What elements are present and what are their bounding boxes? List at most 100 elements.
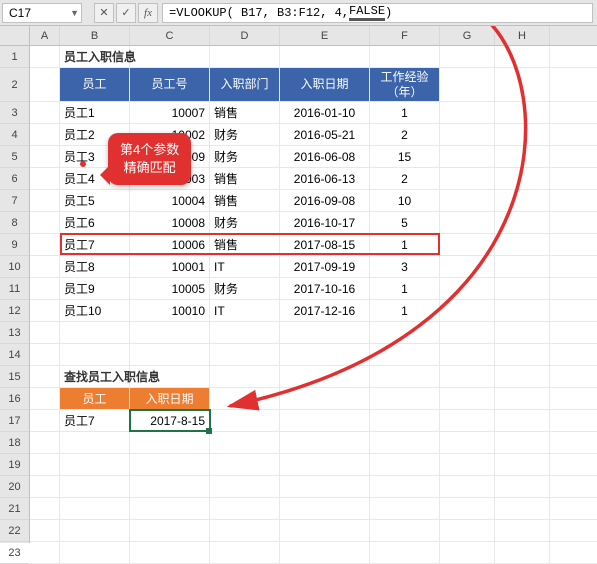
cell[interactable] <box>280 366 370 387</box>
table-header[interactable]: 员工 <box>60 68 130 101</box>
col-header[interactable]: E <box>280 26 370 45</box>
cell[interactable] <box>30 300 60 321</box>
col-header[interactable]: G <box>440 26 495 45</box>
col-header[interactable]: D <box>210 26 280 45</box>
cell[interactable] <box>280 498 370 519</box>
cell[interactable] <box>370 322 440 343</box>
cell[interactable]: 财务 <box>210 146 280 167</box>
cell[interactable] <box>495 146 550 167</box>
cell[interactable]: IT <box>210 300 280 321</box>
cell[interactable] <box>130 366 210 387</box>
cell[interactable]: 2016-10-17 <box>280 212 370 233</box>
cell[interactable]: 2017-12-16 <box>280 300 370 321</box>
chevron-down-icon[interactable]: ▼ <box>70 8 79 18</box>
cell[interactable] <box>495 300 550 321</box>
row-header[interactable]: 10 <box>0 256 29 278</box>
cell[interactable] <box>440 322 495 343</box>
cell[interactable] <box>440 476 495 497</box>
cell[interactable] <box>210 322 280 343</box>
cell[interactable] <box>60 454 130 475</box>
cell[interactable] <box>60 542 130 563</box>
cell[interactable] <box>440 388 495 409</box>
cell[interactable] <box>440 190 495 211</box>
row-header[interactable]: 17 <box>0 410 29 432</box>
insert-function-button[interactable]: fx <box>138 3 158 23</box>
cell[interactable] <box>370 476 440 497</box>
cell[interactable]: 销售 <box>210 234 280 255</box>
cell[interactable] <box>30 322 60 343</box>
cell[interactable] <box>280 520 370 541</box>
cell[interactable] <box>30 454 60 475</box>
cell[interactable] <box>440 366 495 387</box>
cell[interactable] <box>280 432 370 453</box>
cell[interactable]: 1 <box>370 102 440 123</box>
cell[interactable] <box>30 102 60 123</box>
cell[interactable] <box>495 454 550 475</box>
cancel-formula-button[interactable]: ✕ <box>94 3 114 23</box>
cell[interactable] <box>30 432 60 453</box>
cell[interactable]: 员工5 <box>60 190 130 211</box>
formula-input[interactable]: =VLOOKUP( B17, B3:F12, 4, FALSE) <box>162 3 593 23</box>
cell[interactable]: 2016-01-10 <box>280 102 370 123</box>
cell[interactable] <box>280 46 370 67</box>
cell[interactable] <box>210 344 280 365</box>
cell[interactable]: 销售 <box>210 168 280 189</box>
cell[interactable] <box>130 520 210 541</box>
cell[interactable] <box>440 168 495 189</box>
cell[interactable] <box>440 542 495 563</box>
row-header[interactable]: 16 <box>0 388 29 410</box>
cell[interactable] <box>210 498 280 519</box>
col-header[interactable]: F <box>370 26 440 45</box>
row-header[interactable]: 9 <box>0 234 29 256</box>
cell[interactable]: 1 <box>370 300 440 321</box>
cell[interactable] <box>30 520 60 541</box>
cell[interactable] <box>130 432 210 453</box>
cell[interactable] <box>30 212 60 233</box>
cell[interactable]: 2016-06-13 <box>280 168 370 189</box>
cell[interactable] <box>30 190 60 211</box>
cell[interactable] <box>130 46 210 67</box>
cell[interactable] <box>130 498 210 519</box>
cell[interactable]: 员工6 <box>60 212 130 233</box>
cell[interactable] <box>30 344 60 365</box>
cell[interactable] <box>30 46 60 67</box>
cell[interactable] <box>440 432 495 453</box>
cell[interactable]: 2016-05-21 <box>280 124 370 145</box>
row-header[interactable]: 6 <box>0 168 29 190</box>
name-box[interactable]: C17 ▼ <box>2 3 82 23</box>
cell[interactable] <box>440 256 495 277</box>
col-header[interactable]: H <box>495 26 550 45</box>
cell[interactable] <box>60 432 130 453</box>
cell[interactable]: 销售 <box>210 102 280 123</box>
cell[interactable] <box>370 498 440 519</box>
cell[interactable]: 员工10 <box>60 300 130 321</box>
row-header[interactable]: 5 <box>0 146 29 168</box>
row-header[interactable]: 14 <box>0 344 29 366</box>
cell[interactable] <box>440 520 495 541</box>
section-title[interactable]: 查找员工入职信息 <box>60 366 130 387</box>
cell[interactable] <box>130 322 210 343</box>
cell[interactable] <box>130 476 210 497</box>
cell[interactable] <box>30 168 60 189</box>
cell[interactable] <box>210 410 280 431</box>
cell[interactable]: 2 <box>370 124 440 145</box>
cell[interactable]: 2017-09-19 <box>280 256 370 277</box>
cell[interactable] <box>60 498 130 519</box>
row-header[interactable]: 20 <box>0 476 29 498</box>
cell[interactable] <box>495 102 550 123</box>
cell[interactable]: 10007 <box>130 102 210 123</box>
cell[interactable]: 10 <box>370 190 440 211</box>
cell[interactable] <box>370 366 440 387</box>
row-header[interactable]: 1 <box>0 46 29 68</box>
col-header[interactable]: B <box>60 26 130 45</box>
cell[interactable] <box>280 454 370 475</box>
cell[interactable]: 财务 <box>210 124 280 145</box>
cell[interactable]: 2 <box>370 168 440 189</box>
cell[interactable] <box>30 542 60 563</box>
cell[interactable] <box>370 520 440 541</box>
cell[interactable] <box>495 322 550 343</box>
cell[interactable] <box>210 388 280 409</box>
table-header[interactable]: 员工号 <box>130 68 210 101</box>
grid[interactable]: 员工入职信息 员工 员工号 入职部门 入职日期 工作经验（年） 员工1100 <box>30 46 597 564</box>
cell[interactable] <box>495 388 550 409</box>
